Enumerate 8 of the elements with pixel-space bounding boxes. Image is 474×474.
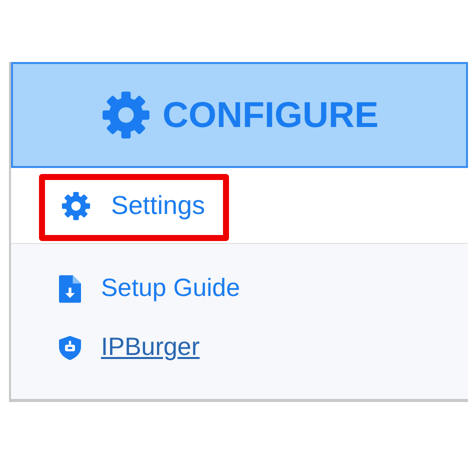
settings-icon [100,90,150,140]
settings-menu-item[interactable]: Settings [39,174,229,241]
menu-title: CONFIGURE [162,94,378,136]
setup-guide-link[interactable]: Setup Guide [101,274,240,303]
settings-icon [61,190,91,220]
ipburger-link[interactable]: IPBurger [101,333,200,362]
file-download-icon [59,274,81,302]
shield-icon [59,334,81,362]
